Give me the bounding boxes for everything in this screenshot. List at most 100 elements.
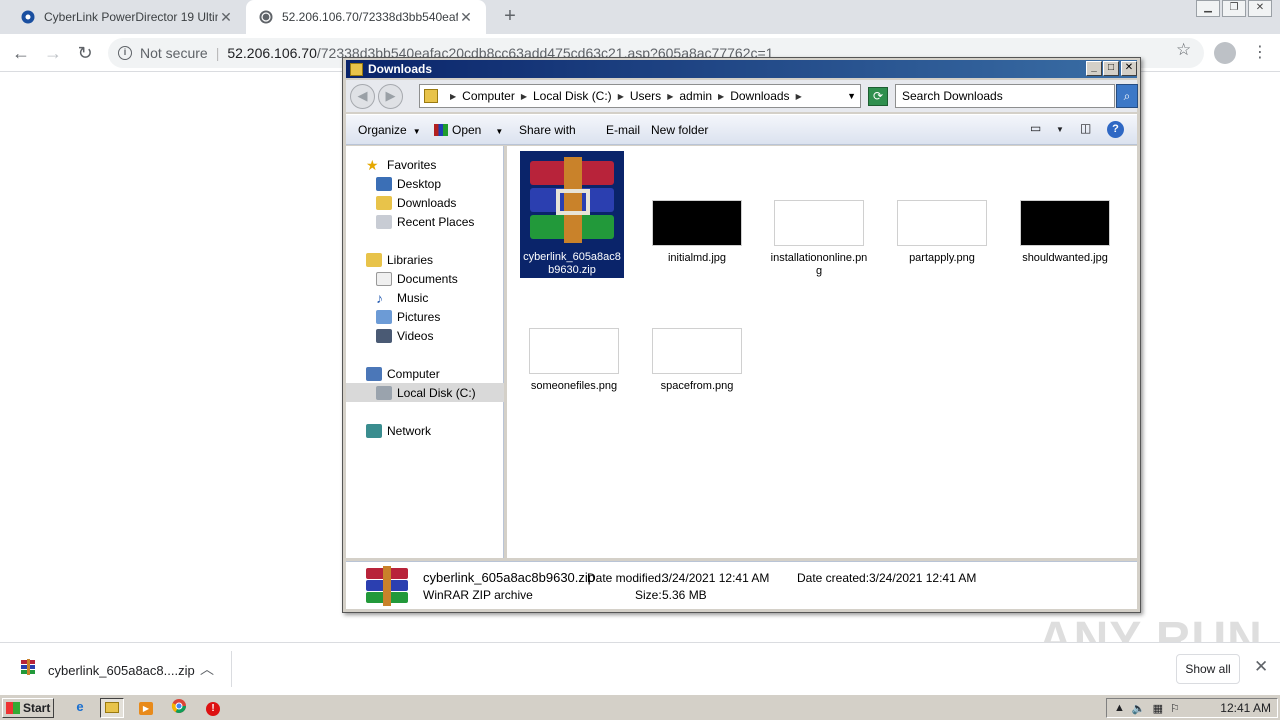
folder-icon bbox=[424, 89, 438, 103]
winrar-archive-icon bbox=[524, 155, 620, 245]
image-thumbnail bbox=[774, 200, 864, 246]
breadcrumb-local-disk[interactable]: Local Disk (C:) bbox=[533, 89, 612, 103]
folder-icon bbox=[350, 62, 363, 76]
forward-button[interactable]: → bbox=[40, 40, 66, 66]
show-all-button[interactable]: Show all bbox=[1176, 654, 1240, 684]
file-item[interactable]: initialmd.jpg bbox=[645, 200, 749, 265]
nav-documents[interactable]: Documents bbox=[346, 269, 504, 288]
nav-pictures[interactable]: Pictures bbox=[346, 307, 504, 326]
nav-computer[interactable]: Computer bbox=[346, 364, 504, 383]
tab-current[interactable]: 52.206.106.70/72338d3bb540eafac ✕ bbox=[246, 0, 486, 34]
share-with-button[interactable]: Share with bbox=[519, 123, 576, 137]
nav-downloads[interactable]: Downloads bbox=[346, 193, 504, 212]
nav-music[interactable]: ♪ Music bbox=[346, 288, 504, 307]
nav-libraries[interactable]: Libraries bbox=[346, 250, 504, 269]
recent-places-icon bbox=[376, 214, 392, 229]
back-button[interactable]: ◀ bbox=[350, 84, 375, 109]
minimize-button[interactable]: _ bbox=[1086, 61, 1102, 76]
download-shelf: cyberlink_605a8ac8....zip ︿ Show all ✕ bbox=[0, 642, 1280, 694]
breadcrumb-computer[interactable]: Computer bbox=[462, 89, 515, 103]
downloads-folder-icon bbox=[376, 195, 392, 210]
ie-icon[interactable]: e bbox=[68, 698, 92, 718]
minimize-button[interactable]: ▁ bbox=[1196, 0, 1220, 17]
explorer-window: Downloads _ □ ✕ ◀ ▶ ▶ Computer ▶ Local D… bbox=[342, 57, 1141, 613]
date-modified-value: 3/24/2021 12:41 AM bbox=[662, 571, 770, 585]
menu-icon[interactable]: ⋮ bbox=[1252, 42, 1268, 64]
chevron-down-icon[interactable]: ▼ bbox=[1056, 125, 1064, 134]
back-button[interactable]: ← bbox=[8, 40, 34, 66]
organize-button[interactable]: Organize ▼ bbox=[358, 123, 421, 137]
network-icon[interactable]: ▦ bbox=[1153, 702, 1163, 715]
volume-icon[interactable]: 🔈 bbox=[1132, 702, 1146, 715]
refresh-icon[interactable]: ⟳ bbox=[868, 87, 888, 106]
maximize-button[interactable]: □ bbox=[1103, 61, 1119, 76]
window-title: Downloads bbox=[368, 62, 433, 76]
close-window-button[interactable]: ✕ bbox=[1248, 0, 1272, 17]
breadcrumb-downloads[interactable]: Downloads bbox=[730, 89, 789, 103]
new-tab-button[interactable]: + bbox=[498, 5, 522, 29]
breadcrumb[interactable]: ▶ Computer ▶ Local Disk (C:) ▶ Users ▶ a… bbox=[419, 84, 861, 108]
close-tab-icon[interactable]: ✕ bbox=[458, 9, 474, 26]
close-button[interactable]: ✕ bbox=[1121, 61, 1137, 76]
search-icon[interactable]: ⌕ bbox=[1116, 84, 1138, 108]
reload-button[interactable]: ↻ bbox=[72, 40, 98, 66]
image-thumbnail bbox=[652, 200, 742, 246]
explorer-address-bar: ◀ ▶ ▶ Computer ▶ Local Disk (C:) ▶ Users… bbox=[346, 80, 1138, 112]
nav-recent-places[interactable]: Recent Places bbox=[346, 212, 504, 231]
preview-pane-icon[interactable]: ◫ bbox=[1080, 121, 1091, 135]
profile-avatar[interactable] bbox=[1214, 42, 1236, 64]
image-thumbnail bbox=[529, 328, 619, 374]
file-name: shouldwanted.jpg bbox=[1022, 252, 1108, 264]
new-folder-button[interactable]: New folder bbox=[651, 123, 708, 137]
drive-icon bbox=[376, 385, 392, 400]
forward-button[interactable]: ▶ bbox=[378, 84, 403, 109]
open-button[interactable]: Open ▼ bbox=[434, 123, 503, 137]
explorer-titlebar: Downloads _ □ ✕ bbox=[346, 60, 1137, 78]
taskbar: Start e ▶ ! ▲ 🔈 ▦ ⚐ 12:41 AM bbox=[0, 694, 1280, 720]
file-item[interactable]: spacefrom.png bbox=[645, 328, 749, 393]
file-item[interactable]: someonefiles.png bbox=[522, 328, 626, 393]
start-button[interactable]: Start bbox=[2, 698, 54, 718]
details-pane: cyberlink_605a8ac8b9630.zip WinRAR ZIP a… bbox=[346, 561, 1137, 609]
media-player-icon[interactable]: ▶ bbox=[134, 698, 158, 718]
nav-desktop[interactable]: Desktop bbox=[346, 174, 504, 193]
file-item[interactable]: shouldwanted.jpg bbox=[1013, 200, 1117, 265]
nav-network[interactable]: Network bbox=[346, 421, 504, 440]
chrome-icon[interactable] bbox=[167, 698, 191, 718]
file-name: someonefiles.png bbox=[530, 380, 618, 392]
file-item[interactable]: installationonline.png bbox=[767, 200, 871, 278]
search-input[interactable]: Search Downloads bbox=[895, 84, 1115, 108]
email-button[interactable]: E-mail bbox=[606, 123, 640, 137]
explorer-task-icon[interactable] bbox=[100, 698, 124, 718]
close-icon[interactable]: ✕ bbox=[1254, 657, 1268, 677]
file-item[interactable]: partapply.png bbox=[890, 200, 994, 265]
download-item-name[interactable]: cyberlink_605a8ac8....zip bbox=[48, 663, 195, 678]
file-name: initialmd.jpg bbox=[667, 252, 727, 264]
star-icon: ★ bbox=[366, 156, 379, 173]
bookmark-star-icon[interactable]: ☆ bbox=[1176, 40, 1191, 60]
nav-local-disk[interactable]: Local Disk (C:) bbox=[346, 383, 504, 402]
browser-tab-strip: CyberLink PowerDirector 19 Ultimate ✕ 52… bbox=[0, 0, 1280, 34]
restore-button[interactable]: ❐ bbox=[1222, 0, 1246, 17]
stop-icon[interactable]: ! bbox=[201, 698, 225, 718]
breadcrumb-admin[interactable]: admin bbox=[679, 89, 712, 103]
clock[interactable]: 12:41 AM bbox=[1220, 701, 1271, 715]
flag-icon[interactable]: ⚐ bbox=[1170, 702, 1180, 715]
image-thumbnail bbox=[1020, 200, 1110, 246]
nav-favorites[interactable]: ★ Favorites bbox=[346, 155, 504, 174]
file-item[interactable]: cyberlink_605a8ac8b9630.zip bbox=[520, 151, 624, 278]
view-icon[interactable]: ▭ bbox=[1030, 121, 1041, 135]
info-icon[interactable]: i bbox=[118, 46, 132, 60]
nav-videos[interactable]: Videos bbox=[346, 326, 504, 345]
date-modified-label: Date modified: bbox=[587, 571, 665, 585]
breadcrumb-users[interactable]: Users bbox=[630, 89, 661, 103]
tab-cyberlink[interactable]: CyberLink PowerDirector 19 Ultimate ✕ bbox=[8, 0, 246, 34]
chevron-up-icon[interactable]: ▲ bbox=[1114, 702, 1125, 714]
chevron-down-icon[interactable]: ▼ bbox=[847, 91, 856, 101]
chevron-up-icon[interactable]: ︿ bbox=[200, 659, 214, 679]
close-tab-icon[interactable]: ✕ bbox=[218, 9, 234, 26]
help-icon[interactable]: ? bbox=[1107, 121, 1124, 138]
zip-file-icon bbox=[20, 659, 36, 675]
videos-icon bbox=[376, 328, 392, 343]
documents-icon bbox=[376, 271, 392, 286]
